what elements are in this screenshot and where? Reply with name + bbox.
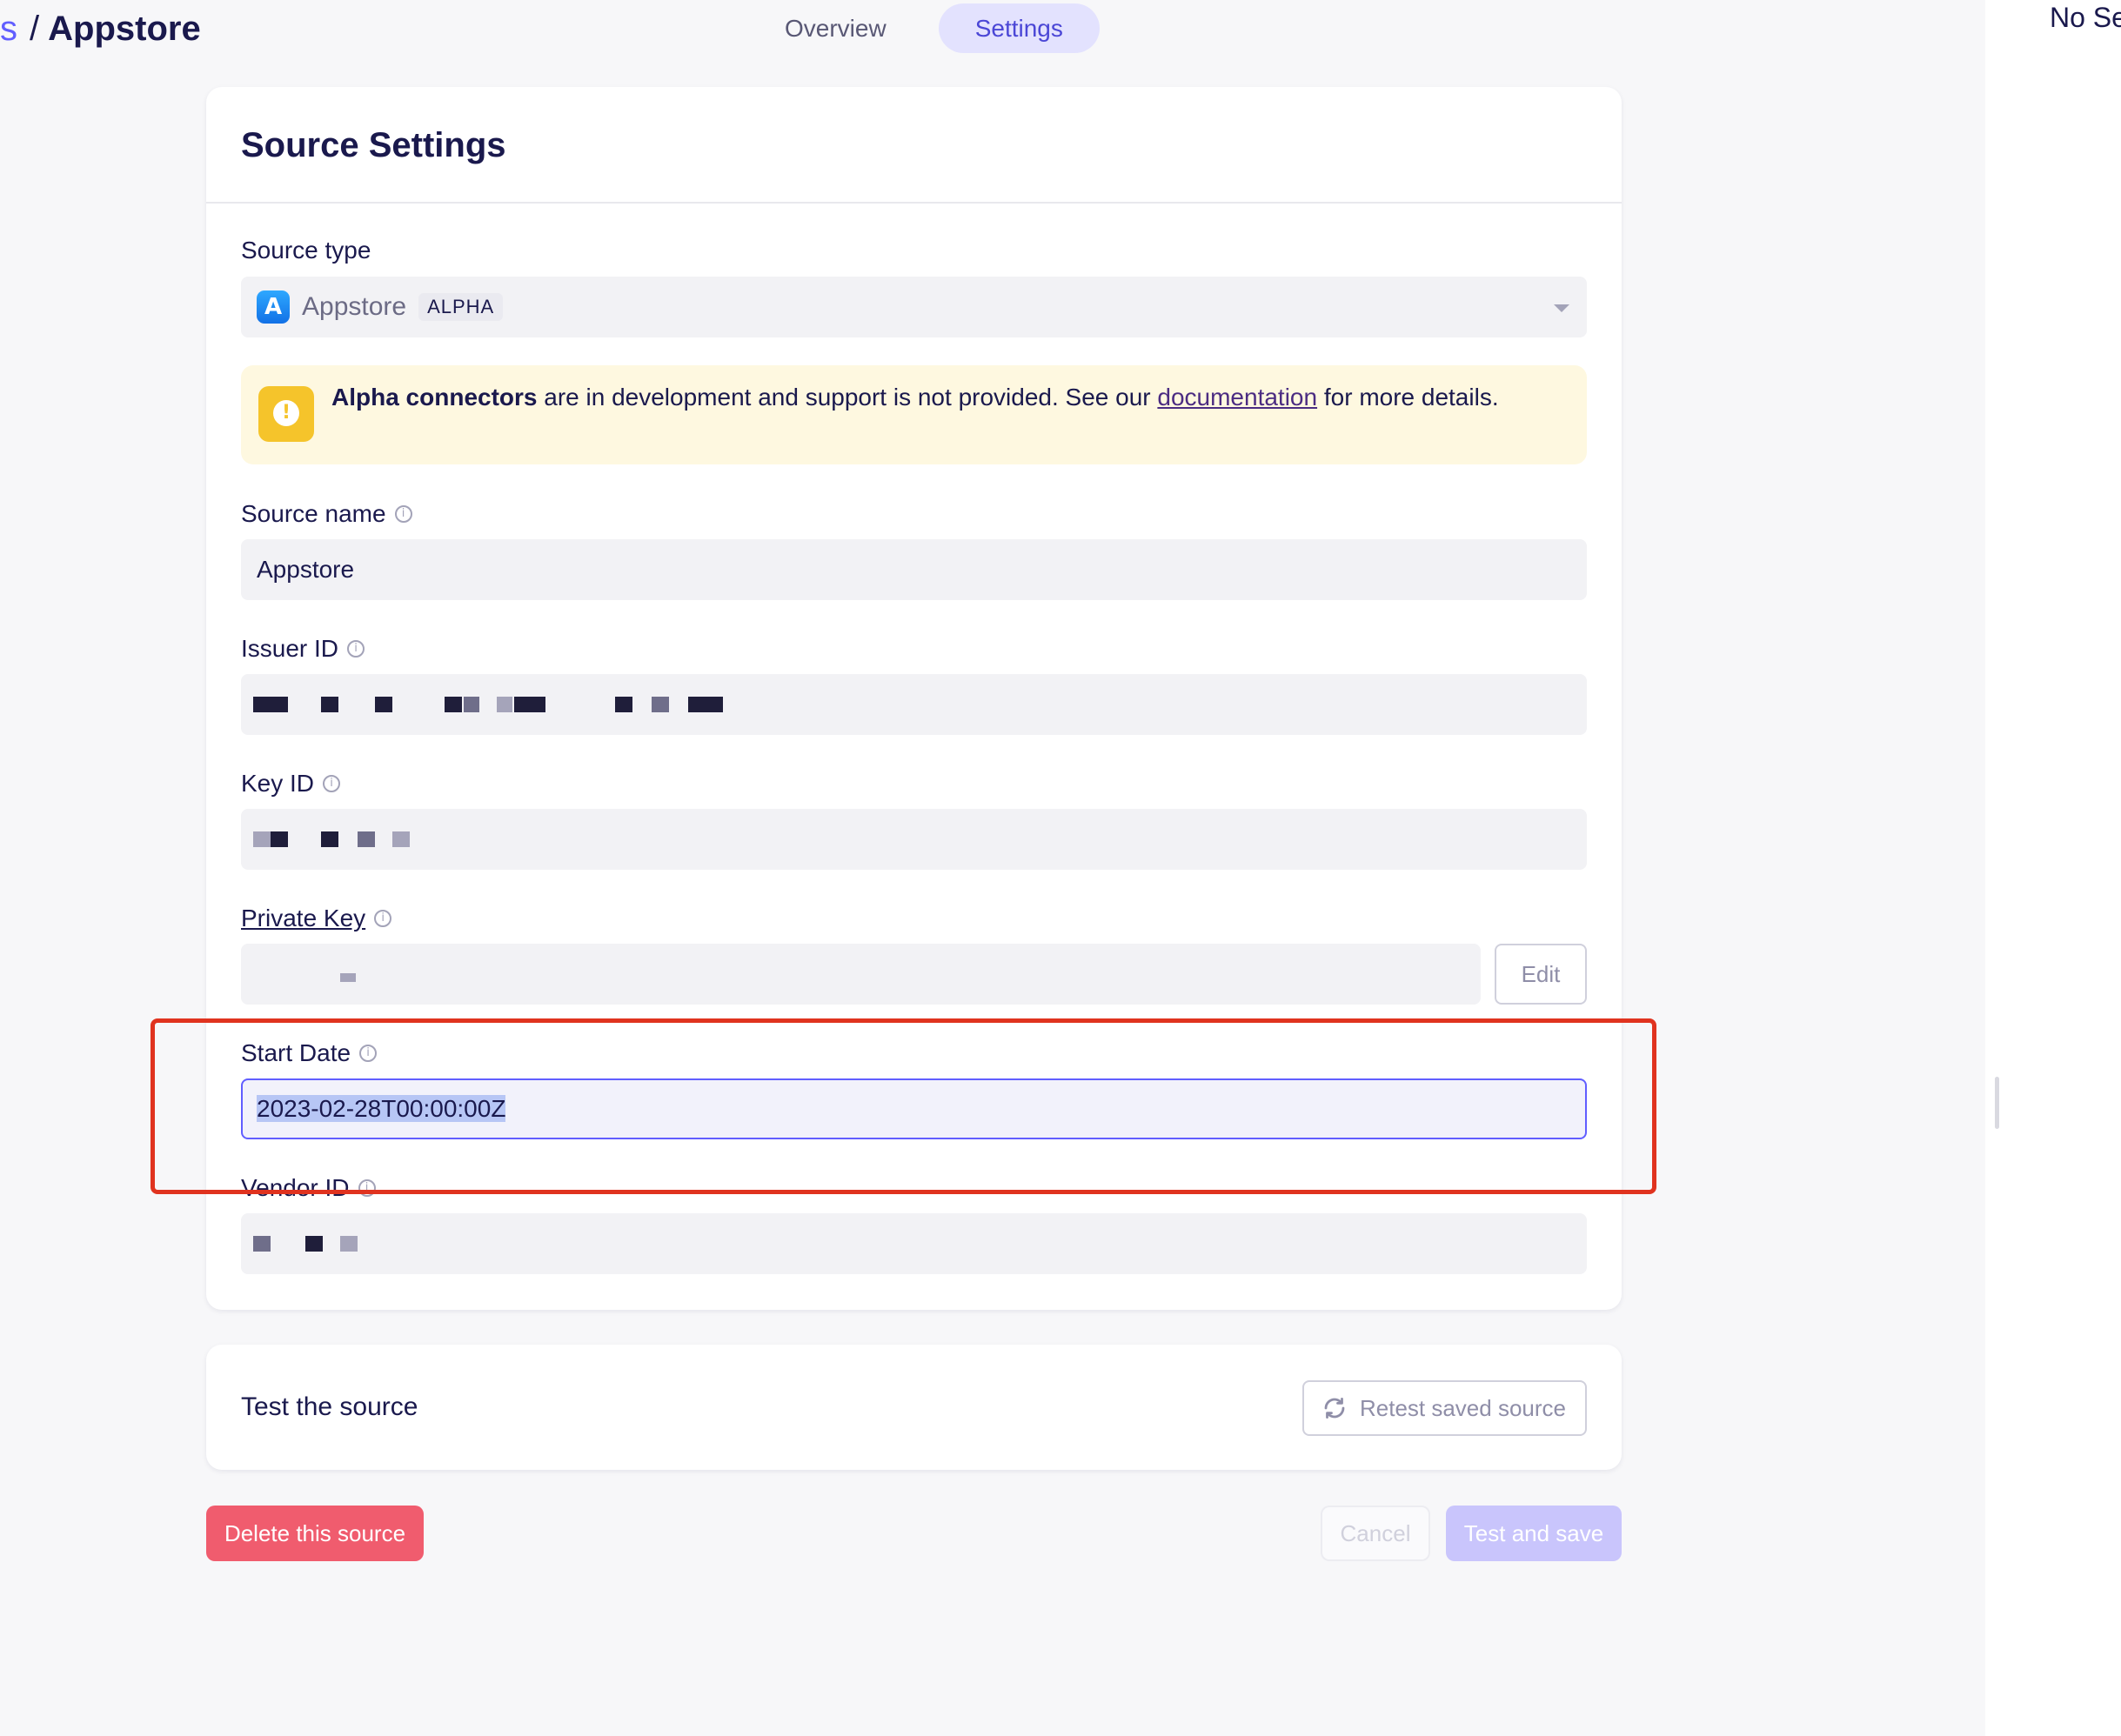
info-icon[interactable]: i — [347, 640, 365, 658]
alpha-badge: ALPHA — [418, 293, 504, 321]
info-icon[interactable]: i — [323, 775, 341, 792]
card-title: Source Settings — [241, 126, 506, 164]
test-source-label: Test the source — [241, 1392, 418, 1421]
start-date-value: 2023-02-28T00:00:00Z — [257, 1095, 506, 1122]
key-id-label: Key ID i — [241, 768, 1587, 799]
redacted-value — [688, 697, 723, 712]
source-name-field: Source name i Appstore — [241, 498, 1587, 600]
redacted-value — [464, 697, 479, 712]
test-and-save-button[interactable]: Test and save — [1446, 1506, 1622, 1561]
alert-text-end: for more details. — [1317, 384, 1499, 411]
redacted-value — [375, 697, 392, 712]
source-name-label: Source name i — [241, 498, 1587, 530]
key-id-input[interactable] — [241, 809, 1587, 870]
issuer-id-label-text: Issuer ID — [241, 635, 339, 662]
side-panel-text: No Se — [2050, 2, 2121, 33]
app-store-icon: A — [257, 290, 290, 324]
redacted-value — [321, 831, 338, 847]
source-type-label: Source type — [241, 235, 1587, 266]
tab-settings[interactable]: Settings — [938, 3, 1100, 53]
breadcrumb: s / Appstore — [0, 7, 201, 50]
tab-bar: Overview Settings — [748, 3, 1100, 53]
redacted-value — [652, 697, 669, 712]
vendor-id-label: Vendor ID i — [241, 1172, 1587, 1204]
tab-overview[interactable]: Overview — [748, 3, 923, 53]
breadcrumb-link-sources[interactable]: s — [0, 10, 17, 48]
redacted-value — [445, 697, 462, 712]
alert-text: are in development and support is not pr… — [537, 384, 1158, 411]
delete-source-button[interactable]: Delete this source — [206, 1506, 424, 1561]
page-title: Appstore — [48, 10, 201, 48]
retest-label: Retest saved source — [1359, 1394, 1566, 1421]
alpha-warning-banner: Alpha connectors are in development and … — [241, 365, 1587, 464]
redacted-value — [340, 1236, 358, 1252]
test-source-card: Test the source Retest saved source — [206, 1345, 1622, 1470]
private-key-field: Private Key i — [241, 903, 1587, 1005]
panel-resize-handle[interactable] — [1995, 1077, 1999, 1129]
key-id-label-text: Key ID — [241, 770, 315, 797]
redacted-value — [253, 697, 288, 712]
vendor-id-field: Vendor ID i — [241, 1172, 1587, 1274]
source-name-label-text: Source name — [241, 500, 386, 527]
alert-bold-text: Alpha connectors — [331, 384, 538, 411]
redacted-value — [392, 831, 410, 847]
vendor-id-input[interactable] — [241, 1213, 1587, 1274]
retest-saved-source-button[interactable]: Retest saved source — [1301, 1380, 1587, 1436]
redacted-value — [497, 697, 512, 712]
source-type-field: Source type A Appstore ALPHA — [241, 235, 1587, 337]
issuer-id-label: Issuer ID i — [241, 633, 1587, 664]
issuer-id-input[interactable] — [241, 674, 1587, 735]
redacted-value — [340, 973, 356, 982]
refresh-icon — [1324, 1398, 1345, 1419]
vendor-id-label-text: Vendor ID — [241, 1174, 350, 1201]
start-date-input[interactable]: 2023-02-28T00:00:00Z — [241, 1078, 1587, 1139]
issuer-id-field: Issuer ID i — [241, 633, 1587, 735]
source-type-select[interactable]: A Appstore ALPHA — [241, 277, 1587, 337]
warning-icon — [258, 386, 314, 442]
info-icon[interactable]: i — [394, 505, 412, 523]
start-date-label: Start Date i — [241, 1038, 1587, 1069]
start-date-field: Start Date i 2023-02-28T00:00:00Z — [241, 1038, 1587, 1139]
source-name-input[interactable]: Appstore — [241, 539, 1587, 600]
redacted-value — [305, 1236, 323, 1252]
info-icon[interactable]: i — [359, 1045, 378, 1062]
info-icon[interactable]: i — [374, 910, 392, 927]
edit-private-key-button[interactable]: Edit — [1495, 944, 1587, 1005]
redacted-value — [271, 831, 288, 847]
chevron-down-icon — [1554, 304, 1569, 312]
card-header: Source Settings — [206, 87, 1622, 204]
side-panel: No Se — [1985, 0, 2121, 1736]
source-type-value: Appstore — [302, 292, 407, 321]
info-icon[interactable]: i — [358, 1179, 376, 1197]
redacted-value — [358, 831, 375, 847]
private-key-label-text: Private Key — [241, 905, 366, 931]
private-key-label: Private Key i — [241, 903, 1587, 934]
redacted-value — [615, 697, 632, 712]
breadcrumb-separator: / — [30, 10, 40, 48]
source-type-label-text: Source type — [241, 237, 371, 264]
documentation-link[interactable]: documentation — [1157, 384, 1317, 411]
redacted-value — [514, 697, 545, 712]
key-id-field: Key ID i — [241, 768, 1587, 870]
start-date-label-text: Start Date — [241, 1039, 351, 1066]
private-key-input — [241, 944, 1481, 1005]
redacted-value — [253, 831, 271, 847]
redacted-value — [321, 697, 338, 712]
redacted-value — [253, 1236, 271, 1252]
source-settings-card: Source Settings Source type A Appstore A… — [206, 87, 1622, 1310]
cancel-button[interactable]: Cancel — [1321, 1506, 1430, 1561]
